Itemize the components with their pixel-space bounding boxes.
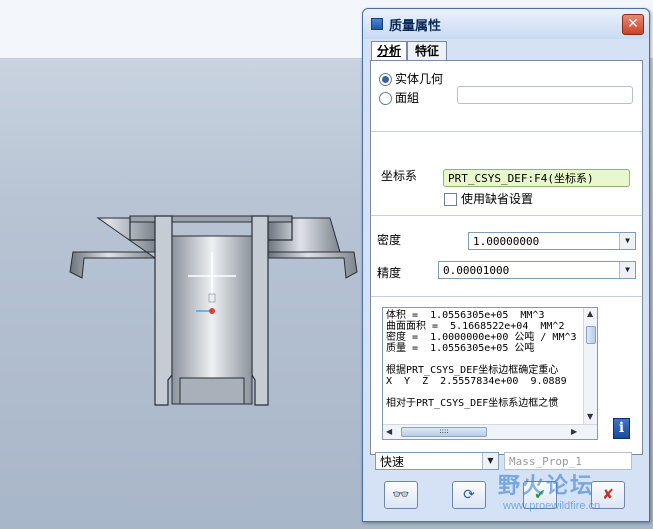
flange-right bbox=[267, 217, 341, 253]
radio-quilt-label: 面組 bbox=[395, 91, 420, 105]
section-divider bbox=[371, 215, 642, 216]
horizontal-scrollbar[interactable]: ◀ :::: ▶ bbox=[383, 424, 597, 439]
calculation-mode-select[interactable]: 快速 ▼ bbox=[375, 452, 499, 470]
vertical-scrollbar[interactable]: ▲ ▼ bbox=[583, 308, 597, 424]
flange-left bbox=[69, 217, 157, 279]
coord-system-label: 坐标系 bbox=[381, 169, 418, 183]
mass-properties-dialog: 质量属性 ✕ 分析 特征 实体几何 面組 坐标系 PRT_CSYS_DEF:F4… bbox=[362, 8, 650, 522]
cancel-button[interactable]: ✘ bbox=[591, 481, 625, 509]
scroll-down-icon[interactable]: ▼ bbox=[587, 412, 593, 421]
close-icon: ✕ bbox=[627, 16, 639, 32]
use-default-label: 使用缺省设置 bbox=[461, 192, 534, 206]
left-wall bbox=[154, 215, 173, 406]
coord-system-field[interactable]: PRT_CSYS_DEF:F4(坐标系) bbox=[443, 169, 630, 187]
feature-name-input[interactable]: Mass_Prop_1 bbox=[504, 452, 632, 470]
density-label: 密度 bbox=[377, 233, 402, 247]
section-divider bbox=[371, 131, 642, 132]
close-button[interactable]: ✕ bbox=[622, 14, 644, 35]
scroll-left-icon[interactable]: ◀ bbox=[386, 427, 392, 436]
bore-counterbore bbox=[179, 377, 245, 405]
results-text-area[interactable]: 体积 = 1.0556305e+05 MM^3 曲面面积 = 5.1668522… bbox=[382, 307, 598, 440]
chevron-down-icon[interactable]: ▼ bbox=[619, 262, 635, 278]
chevron-down-icon[interactable]: ▼ bbox=[482, 453, 498, 469]
radio-solid-geometry-label: 实体几何 bbox=[395, 72, 444, 86]
flange-right-lip bbox=[267, 251, 358, 279]
calculation-mode-value: 快速 bbox=[380, 455, 405, 469]
repeat-button[interactable]: ⟳ bbox=[452, 481, 486, 509]
horizontal-scroll-thumb[interactable]: :::: bbox=[401, 427, 487, 437]
dialog-titlebar[interactable]: 质量属性 ✕ bbox=[363, 9, 649, 39]
chevron-down-icon[interactable]: ▼ bbox=[619, 233, 635, 249]
precision-label: 精度 bbox=[377, 266, 402, 280]
precision-field[interactable]: 0.00001000 ▼ bbox=[438, 261, 636, 279]
vertical-scroll-thumb[interactable] bbox=[586, 326, 596, 344]
analysis-panel: 实体几何 面組 坐标系 PRT_CSYS_DEF:F4(坐标系) 使用缺省设置 … bbox=[370, 60, 643, 455]
radio-solid-geometry[interactable] bbox=[379, 73, 392, 86]
dialog-title: 质量属性 bbox=[389, 19, 442, 34]
precision-value: 0.00001000 bbox=[443, 264, 510, 277]
glasses-icon: 👓 bbox=[392, 487, 410, 503]
tab-analysis[interactable]: 分析 bbox=[371, 41, 407, 61]
preview-button[interactable]: 👓 bbox=[384, 481, 418, 509]
repeat-icon: ⟳ bbox=[463, 487, 475, 503]
radio-quilt[interactable] bbox=[379, 92, 392, 105]
check-icon: ✔ bbox=[534, 487, 546, 503]
scroll-up-icon[interactable]: ▲ bbox=[587, 309, 593, 318]
right-wall bbox=[251, 215, 269, 406]
use-default-checkbox[interactable] bbox=[444, 193, 457, 206]
tab-feature[interactable]: 特征 bbox=[407, 41, 447, 60]
section-divider bbox=[371, 296, 642, 297]
density-field[interactable]: 1.00000000 ▼ bbox=[468, 232, 636, 250]
quilt-selector-field[interactable] bbox=[457, 86, 633, 104]
info-icon[interactable]: i bbox=[613, 418, 630, 439]
density-value: 1.00000000 bbox=[473, 235, 540, 248]
part-section-model[interactable] bbox=[0, 0, 362, 529]
ok-button[interactable]: ✔ bbox=[523, 481, 557, 509]
scroll-right-icon[interactable]: ▶ bbox=[571, 427, 577, 436]
dialog-app-icon bbox=[371, 18, 383, 30]
close-icon: ✘ bbox=[602, 487, 614, 503]
results-text: 体积 = 1.0556305e+05 MM^3 曲面面积 = 5.1668522… bbox=[386, 310, 577, 409]
